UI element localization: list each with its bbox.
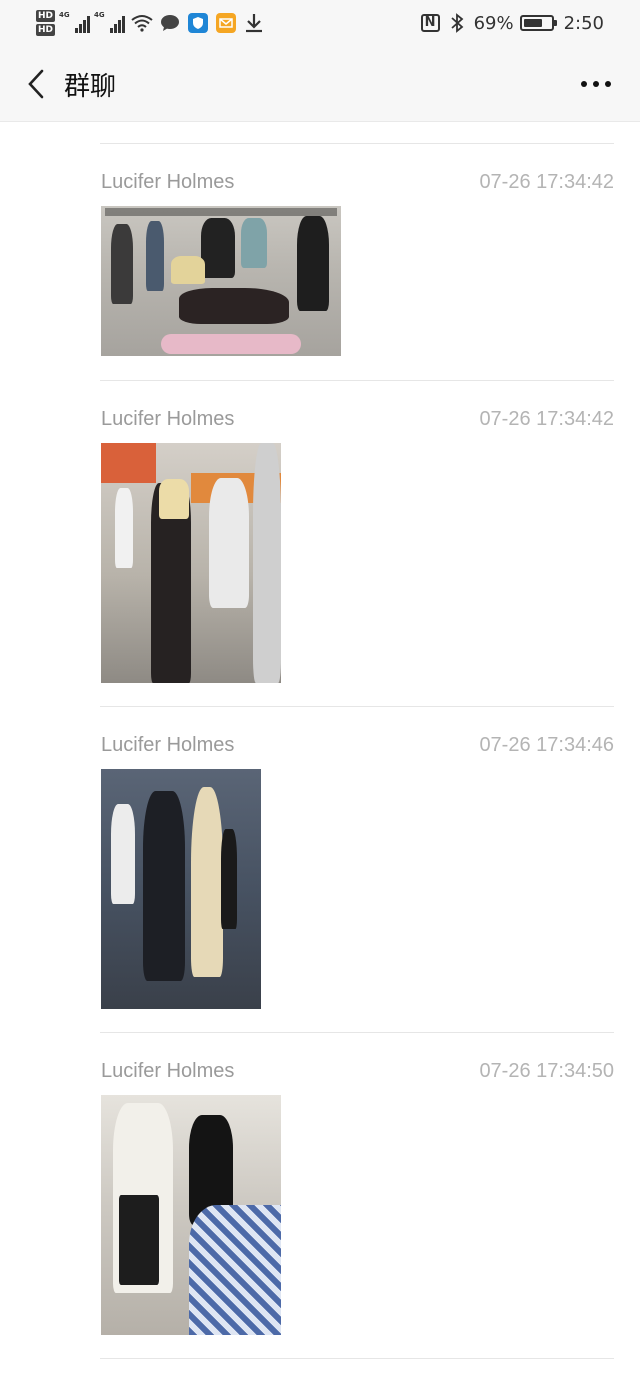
message-divider xyxy=(100,1358,614,1386)
app-header: 群聊 xyxy=(0,46,640,122)
back-button[interactable] xyxy=(16,64,56,104)
message-image[interactable] xyxy=(101,443,281,683)
mail-app-icon xyxy=(215,12,237,34)
clock: 2:50 xyxy=(563,12,604,34)
network-type-label: 4G xyxy=(59,11,70,19)
battery-icon xyxy=(519,15,557,31)
back-arrow-icon xyxy=(28,69,44,99)
hd-icon: HD xyxy=(36,10,56,22)
hd-indicators: HD HD xyxy=(36,10,56,36)
message-image[interactable] xyxy=(101,1095,281,1335)
sender-name: Lucifer Holmes xyxy=(101,1060,235,1082)
network-type-label: 4G xyxy=(94,11,105,19)
sender-name: Lucifer Holmes xyxy=(101,171,235,193)
message-time: 07-26 17:34:42 xyxy=(479,171,614,193)
more-dots-icon xyxy=(581,81,587,87)
nfc-icon: N xyxy=(420,14,440,32)
signal-2-icon: 4G xyxy=(94,11,126,33)
download-icon xyxy=(243,12,265,34)
more-dots-icon xyxy=(593,81,599,87)
message-item: Lucifer Holmes 07-26 17:34:46 xyxy=(100,706,614,1032)
message-item: Lucifer Holmes 07-26 17:34:42 xyxy=(100,143,614,380)
message-list[interactable]: Lucifer Holmes 07-26 17:34:42 Lucifer Ho… xyxy=(0,122,640,1386)
battery-percent: 69% xyxy=(473,12,514,34)
stream-overlay-bar xyxy=(105,208,337,216)
shield-app-icon xyxy=(187,12,209,34)
message-time: 07-26 17:34:46 xyxy=(479,734,614,756)
signal-1-icon: 4G xyxy=(59,11,91,33)
bluetooth-icon xyxy=(446,12,468,34)
status-right: N 69% 2:50 xyxy=(420,10,604,36)
more-dots-icon xyxy=(605,81,611,87)
message-item: Lucifer Holmes 07-26 17:34:50 xyxy=(100,1032,614,1358)
chat-bubble-icon xyxy=(159,12,181,34)
more-options-button[interactable] xyxy=(576,68,616,100)
sender-name: Lucifer Holmes xyxy=(101,734,235,756)
message-image[interactable] xyxy=(101,769,261,1009)
message-time: 07-26 17:34:50 xyxy=(479,1060,614,1082)
message-image[interactable] xyxy=(101,206,341,356)
status-bar: HD HD 4G 4G N 69% 2:50 xyxy=(0,0,640,46)
hd-icon: HD xyxy=(36,24,56,36)
sender-name: Lucifer Holmes xyxy=(101,408,235,430)
page-title: 群聊 xyxy=(64,72,117,102)
message-item: Lucifer Holmes 07-26 17:34:42 xyxy=(100,380,614,706)
status-left: HD HD 4G 4G xyxy=(36,6,265,40)
message-time: 07-26 17:34:42 xyxy=(479,408,614,430)
wifi-icon xyxy=(131,12,153,34)
